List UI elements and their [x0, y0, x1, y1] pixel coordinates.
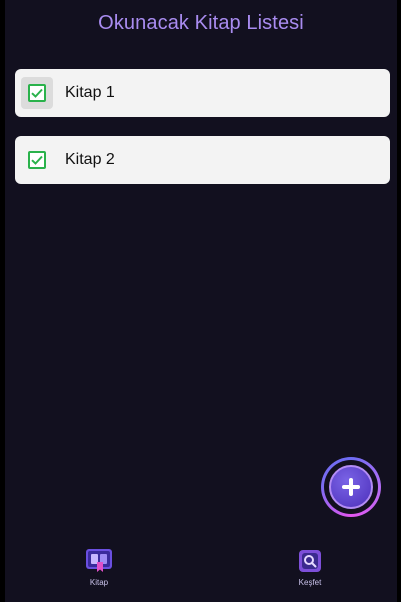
fab-core: [329, 465, 373, 509]
book-icon: [84, 546, 114, 576]
book-checkbox[interactable]: [28, 84, 46, 102]
plus-icon: [342, 478, 360, 496]
book-checkbox[interactable]: [28, 151, 46, 169]
nav-item-kesfet[interactable]: Keşfet: [270, 546, 350, 587]
checkmark-icon: [31, 88, 43, 98]
book-title: Kitap 1: [65, 84, 115, 101]
book-list-item[interactable]: Kitap 2: [15, 136, 390, 184]
book-list-item[interactable]: Kitap 1: [15, 69, 390, 117]
bottom-navigation: Kitap Keşfet: [5, 540, 397, 602]
checkmark-icon: [31, 155, 43, 165]
app-screen: Okunacak Kitap Listesi Kitap 1 Kitap 2 K…: [5, 0, 397, 602]
book-title: Kitap 2: [65, 151, 115, 168]
book-checkbox-container[interactable]: [21, 77, 53, 109]
app-header: Okunacak Kitap Listesi: [5, 0, 397, 46]
book-checkbox-container[interactable]: [21, 144, 53, 176]
fab-ring: [324, 460, 378, 514]
page-title: Okunacak Kitap Listesi: [98, 11, 304, 34]
nav-item-kitap[interactable]: Kitap: [59, 546, 139, 587]
nav-label-kitap: Kitap: [89, 578, 109, 587]
search-icon: [295, 546, 325, 576]
add-book-button[interactable]: [321, 457, 381, 517]
nav-label-kesfet: Keşfet: [298, 578, 322, 587]
